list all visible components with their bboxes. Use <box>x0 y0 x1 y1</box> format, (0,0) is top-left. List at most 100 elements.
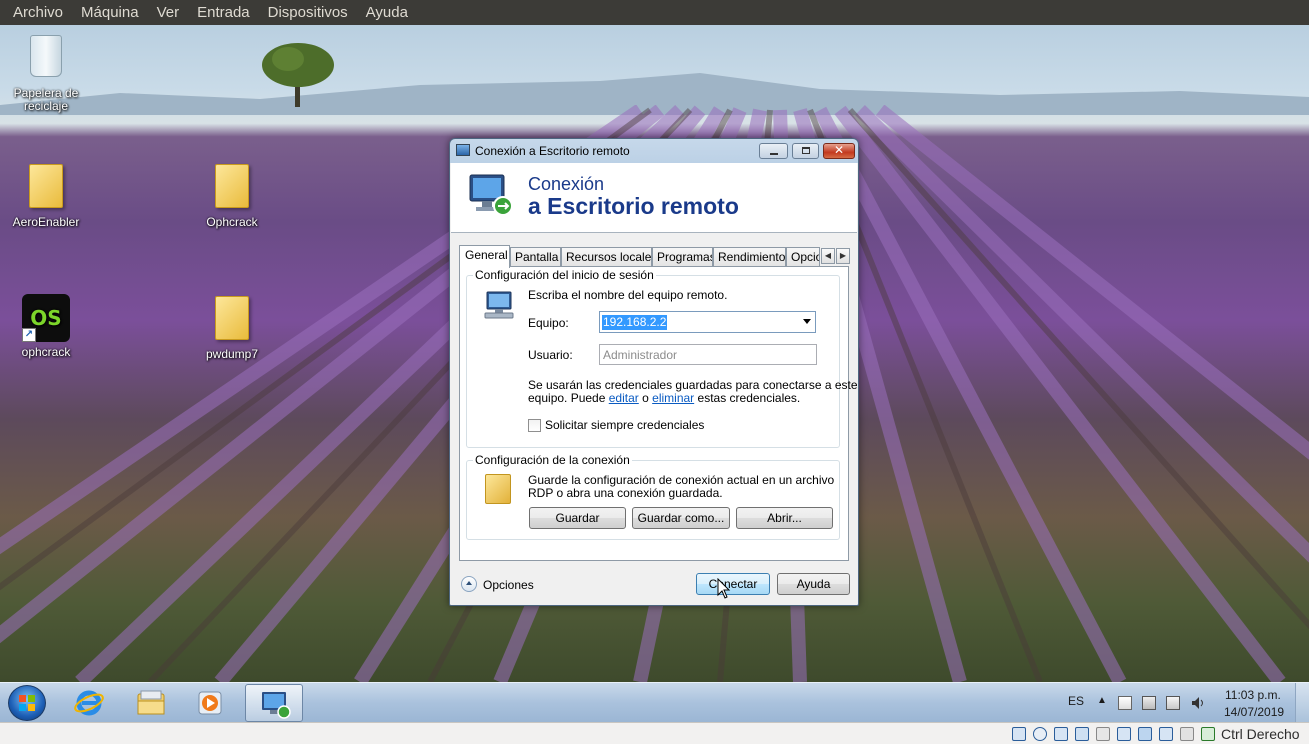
hard-disk-icon[interactable] <box>1012 727 1026 741</box>
maximize-button[interactable] <box>792 143 819 159</box>
tab-scroll-right-button[interactable]: ▶ <box>836 248 850 264</box>
logon-group-title: Configuración del inicio de sesión <box>473 268 656 282</box>
options-toggle-button[interactable] <box>461 576 477 592</box>
taskbar-remote-desktop[interactable] <box>245 684 303 722</box>
desktop-icon-aeroenabler[interactable]: AeroEnabler <box>1 162 91 229</box>
show-hidden-icons-button[interactable]: ▲ <box>1097 695 1107 706</box>
language-indicator[interactable]: ES <box>1068 694 1084 708</box>
desktop-icon-ophcrack-app[interactable]: OS ↗ ophcrack <box>1 294 91 359</box>
tab-general[interactable]: General <box>459 245 510 268</box>
menu-maquina[interactable]: Máquina <box>72 0 148 25</box>
logon-instruction: Escriba el nombre del equipo remoto. <box>528 288 728 302</box>
display-icon[interactable] <box>1138 727 1152 741</box>
save-as-button[interactable]: Guardar como... <box>632 507 730 529</box>
folder-icon <box>29 164 63 208</box>
ophcrack-app-icon: OS ↗ <box>22 294 70 342</box>
tab-rendimiento[interactable]: Rendimiento <box>713 247 786 267</box>
ophcrack-app-label: ophcrack <box>21 345 71 359</box>
taskbar-internet-explorer[interactable] <box>60 684 118 722</box>
aeroenabler-label: AeroEnabler <box>12 215 80 229</box>
shortcut-arrow-icon: ↗ <box>22 328 36 342</box>
shared-folders-icon[interactable] <box>1117 727 1131 741</box>
minimize-button[interactable] <box>759 143 788 159</box>
clock-date[interactable]: 14/07/2019 <box>1224 705 1284 719</box>
chevron-left-icon: ◀ <box>824 251 832 260</box>
menu-entrada[interactable]: Entrada <box>188 0 259 25</box>
connect-button[interactable]: Conectar <box>696 573 770 595</box>
logon-settings-group: Configuración del inicio de sesión Escri… <box>466 268 858 448</box>
cpu-icon[interactable] <box>1180 727 1194 741</box>
network-icon[interactable] <box>1166 696 1180 710</box>
file-explorer-icon <box>137 690 165 715</box>
banner: Conexión a Escritorio remoto <box>451 163 857 233</box>
connection-group-title: Configuración de la conexión <box>473 453 632 467</box>
credentials-text-part1: equipo. Puede <box>528 391 606 405</box>
connection-desc-line2: RDP o abra una conexión guardada. <box>528 486 723 500</box>
credentials-text-part2: o <box>642 391 649 405</box>
remote-desktop-icon <box>469 174 513 216</box>
always-ask-label[interactable]: Solicitar siempre credenciales <box>545 418 704 432</box>
tree-icon <box>262 43 334 107</box>
close-icon: ✕ <box>834 143 845 157</box>
connection-settings-group: Configuración de la conexión Guarde la c… <box>466 453 840 540</box>
user-field[interactable]: Administrador <box>599 344 817 365</box>
audio-icon[interactable] <box>1054 727 1068 741</box>
mouse-integration-icon[interactable] <box>1201 727 1215 741</box>
user-placeholder: Administrador <box>603 348 678 362</box>
mouse-cursor-icon <box>717 578 731 599</box>
tab-opciones[interactable]: Opcio <box>786 247 820 267</box>
host-key-label: Ctrl Derecho <box>1221 726 1300 742</box>
action-center-flag-icon[interactable] <box>1118 696 1132 710</box>
edit-credentials-link[interactable]: editar <box>609 391 639 405</box>
computer-combobox[interactable]: 192.168.2.2 <box>599 311 816 333</box>
show-desktop-button[interactable] <box>1295 683 1309 723</box>
taskbar-media-player[interactable] <box>182 684 240 722</box>
video-capture-icon[interactable] <box>1159 727 1173 741</box>
menu-ayuda[interactable]: Ayuda <box>357 0 417 25</box>
tab-programas[interactable]: Programas <box>652 247 713 267</box>
network-share-icon[interactable] <box>1142 696 1156 710</box>
chevron-up-icon: ▲ <box>1097 695 1107 706</box>
rdp-window: Conexión a Escritorio remoto ✕ Conexión … <box>449 138 859 606</box>
ophcrack-folder-label: Ophcrack <box>206 215 258 229</box>
menu-ver[interactable]: Ver <box>148 0 189 25</box>
desktop-icon-ophcrack-folder[interactable]: Ophcrack <box>187 162 277 229</box>
always-ask-checkbox[interactable] <box>528 419 541 432</box>
taskbar-explorer[interactable] <box>122 684 180 722</box>
banner-title-line1: Conexión <box>528 174 605 194</box>
tab-recursos-locales[interactable]: Recursos locales <box>561 247 652 267</box>
tab-scroll-left-button[interactable]: ◀ <box>821 248 835 264</box>
user-label: Usuario: <box>528 348 573 362</box>
media-player-icon <box>198 691 222 715</box>
menu-archivo[interactable]: Archivo <box>4 0 72 25</box>
optical-drive-icon[interactable] <box>1033 727 1047 741</box>
credentials-text-line2: equipo. Puede editar o eliminar estas cr… <box>528 391 800 405</box>
menu-dispositivos[interactable]: Dispositivos <box>259 0 357 25</box>
taskbar: ES ▲ 11:03 p.m. 14/07/2019 <box>0 682 1309 723</box>
credentials-text-part3: estas credenciales. <box>697 391 801 405</box>
volume-icon[interactable] <box>1191 696 1205 710</box>
chevron-down-icon <box>803 319 811 324</box>
usb-icon[interactable] <box>1096 727 1110 741</box>
network-adapter-icon[interactable] <box>1075 727 1089 741</box>
tab-strip: General Pantalla Recursos locales Progra… <box>459 245 851 268</box>
close-button[interactable]: ✕ <box>823 143 855 159</box>
ophcrack-badge: OS <box>30 306 62 330</box>
title-bar[interactable]: Conexión a Escritorio remoto ✕ <box>450 139 858 163</box>
chevron-right-icon: ▶ <box>839 251 847 260</box>
help-button[interactable]: Ayuda <box>777 573 850 595</box>
open-button[interactable]: Abrir... <box>736 507 833 529</box>
save-button[interactable]: Guardar <box>529 507 626 529</box>
banner-title-line2: a Escritorio remoto <box>528 193 739 219</box>
tab-pantalla[interactable]: Pantalla <box>510 247 561 267</box>
clock-time[interactable]: 11:03 p.m. <box>1225 688 1281 702</box>
desktop-icon-pwdump7[interactable]: pwdump7 <box>187 294 277 361</box>
recycle-bin-label: Papelera de reciclaje <box>13 86 79 113</box>
start-button[interactable] <box>8 685 46 721</box>
desktop-icon-recycle-bin[interactable]: Papelera de reciclaje <box>1 32 91 113</box>
recycle-bin-icon <box>30 35 62 77</box>
connection-desc-line1: Guarde la configuración de conexión actu… <box>528 473 835 487</box>
delete-credentials-link[interactable]: eliminar <box>652 391 694 405</box>
options-label[interactable]: Opciones <box>483 578 534 592</box>
window-title: Conexión a Escritorio remoto <box>475 144 630 158</box>
